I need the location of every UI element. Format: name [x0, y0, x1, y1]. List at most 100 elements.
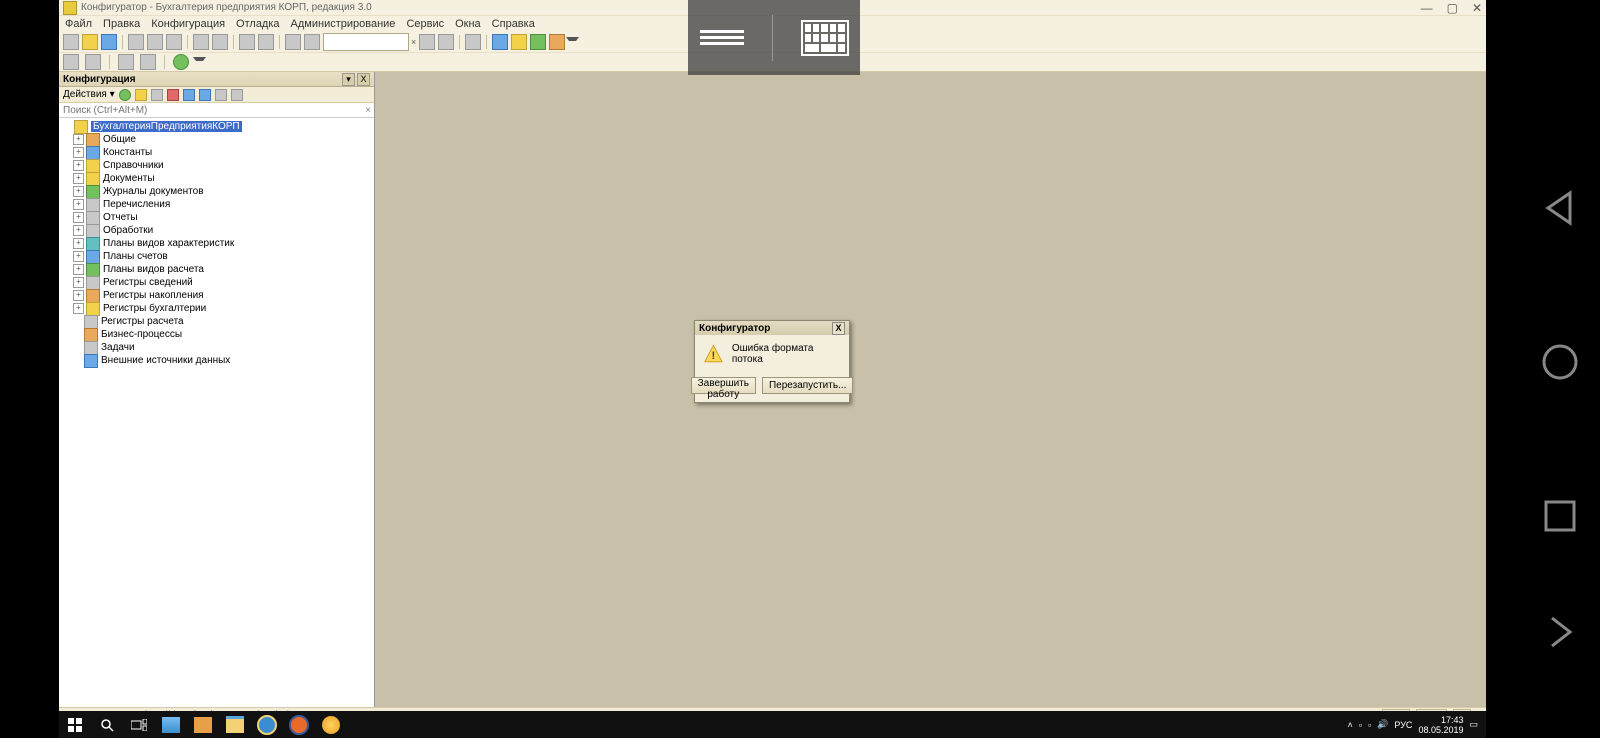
tree-item[interactable]: +Константы	[59, 146, 374, 159]
search-next-icon[interactable]	[438, 34, 454, 50]
menu-windows[interactable]: Окна	[455, 18, 481, 30]
tray-lang[interactable]: РУС	[1394, 720, 1412, 730]
tree-item[interactable]: +Общие	[59, 133, 374, 146]
new-icon[interactable]	[63, 34, 79, 50]
copy-tree-icon[interactable]	[151, 89, 163, 101]
tree-item[interactable]: +Справочники	[59, 159, 374, 172]
dropdown-icon[interactable]	[566, 37, 579, 48]
tree-item[interactable]: БухгалтерияПредприятияКОРП	[59, 120, 374, 133]
tray-volume-icon[interactable]: 🔊	[1377, 719, 1388, 730]
tree-item[interactable]: +Планы видов характеристик	[59, 237, 374, 250]
tree-item[interactable]: +Регистры накопления	[59, 289, 374, 302]
minimize-button[interactable]: —	[1421, 2, 1433, 14]
tree-item[interactable]: +Планы счетов	[59, 250, 374, 263]
expand-icon[interactable]: +	[73, 212, 84, 223]
dialog-close-button[interactable]: X	[832, 322, 845, 335]
expand-icon[interactable]: +	[73, 186, 84, 197]
redo-icon[interactable]	[258, 34, 274, 50]
start-button[interactable]	[59, 711, 91, 738]
expand-icon[interactable]: +	[73, 238, 84, 249]
add-icon[interactable]	[119, 89, 131, 101]
preview-icon[interactable]	[212, 34, 228, 50]
expand-icon[interactable]: +	[73, 199, 84, 210]
taskbar-explorer[interactable]	[219, 711, 251, 738]
close-button[interactable]: ✕	[1472, 2, 1482, 14]
expand-icon[interactable]: +	[73, 264, 84, 275]
tree-item[interactable]: Задачи	[59, 341, 374, 354]
expand-icon[interactable]: +	[73, 303, 84, 314]
overlay-keyboard-icon[interactable]	[801, 20, 849, 56]
tree-item[interactable]: Бизнес-процессы	[59, 328, 374, 341]
menu-administration[interactable]: Администрирование	[291, 18, 396, 30]
copy-icon[interactable]	[147, 34, 163, 50]
side-panel-close-button[interactable]: X	[357, 73, 370, 86]
tray-notifications-icon[interactable]: ▭	[1469, 719, 1478, 730]
dialog-restart-button[interactable]: Перезапустить...	[762, 377, 853, 394]
taskbar-app-2[interactable]	[187, 711, 219, 738]
expand-icon[interactable]: +	[73, 134, 84, 145]
dialog-title-bar[interactable]: Конфигуратор X	[695, 321, 849, 335]
filter-icon[interactable]	[231, 89, 243, 101]
taskbar-1c[interactable]	[315, 711, 347, 738]
tree-item[interactable]: +Регистры бухгалтерии	[59, 302, 374, 315]
side-panel-collapse-button[interactable]: ▾	[342, 73, 355, 86]
tray-icon-2[interactable]: ▫	[1368, 720, 1371, 730]
edit-icon[interactable]	[135, 89, 147, 101]
print-icon[interactable]	[193, 34, 209, 50]
menu-debug[interactable]: Отладка	[236, 18, 279, 30]
tray-clock[interactable]: 17:43 08.05.2019	[1418, 715, 1463, 735]
taskbar-firefox[interactable]	[283, 711, 315, 738]
tb2-icon-3[interactable]	[118, 54, 134, 70]
expand-icon[interactable]: +	[73, 251, 84, 262]
expand-icon[interactable]: +	[73, 225, 84, 236]
taskbar-app-1[interactable]	[155, 711, 187, 738]
tree-item[interactable]: +Регистры сведений	[59, 276, 374, 289]
search-prev-icon[interactable]	[419, 34, 435, 50]
delete-icon[interactable]	[167, 89, 179, 101]
overlay-menu-icon[interactable]	[700, 27, 744, 48]
check-icon[interactable]	[530, 34, 546, 50]
nav-recent-icon[interactable]	[1540, 496, 1580, 536]
menu-service[interactable]: Сервис	[406, 18, 444, 30]
tree-item[interactable]: Регистры расчета	[59, 315, 374, 328]
actions-menu[interactable]: Действия ▾	[63, 89, 115, 100]
down-icon[interactable]	[199, 89, 211, 101]
tray-expand-icon[interactable]: ˄	[1348, 720, 1353, 730]
menu-edit[interactable]: Правка	[103, 18, 140, 30]
info-icon[interactable]	[549, 34, 565, 50]
run-dropdown-icon[interactable]	[193, 57, 206, 68]
tree-search-input[interactable]	[59, 104, 362, 116]
taskview-button[interactable]	[123, 711, 155, 738]
nav-home-icon[interactable]	[1540, 342, 1580, 382]
menu-configuration[interactable]: Конфигурация	[151, 18, 225, 30]
tb2-icon-1[interactable]	[63, 54, 79, 70]
undo-icon[interactable]	[239, 34, 255, 50]
zoom-icon[interactable]	[304, 34, 320, 50]
menu-file[interactable]: Файл	[65, 18, 92, 30]
tree-item[interactable]: +Обработки	[59, 224, 374, 237]
sort-icon[interactable]	[215, 89, 227, 101]
expand-icon[interactable]: +	[73, 290, 84, 301]
expand-icon[interactable]: +	[73, 173, 84, 184]
toolbar-search-input[interactable]	[323, 33, 409, 51]
tree-item[interactable]: +Журналы документов	[59, 185, 374, 198]
menu-help[interactable]: Справка	[492, 18, 535, 30]
db-icon[interactable]	[511, 34, 527, 50]
open-icon[interactable]	[82, 34, 98, 50]
up-icon[interactable]	[183, 89, 195, 101]
maximize-button[interactable]: ▢	[1447, 2, 1458, 14]
tree-item[interactable]: +Отчеты	[59, 211, 374, 224]
nav-forward-icon[interactable]	[1540, 612, 1580, 652]
tree-item[interactable]: +Планы видов расчета	[59, 263, 374, 276]
nav-back-icon[interactable]	[1540, 188, 1580, 228]
syntax-icon[interactable]	[465, 34, 481, 50]
expand-icon[interactable]: +	[73, 147, 84, 158]
wand-icon[interactable]	[492, 34, 508, 50]
run-icon[interactable]	[173, 54, 189, 70]
find-icon[interactable]	[285, 34, 301, 50]
expand-icon[interactable]: +	[73, 277, 84, 288]
search-clear-icon[interactable]: ×	[411, 37, 416, 47]
tree-item[interactable]: +Документы	[59, 172, 374, 185]
expand-icon[interactable]: +	[73, 160, 84, 171]
config-tree[interactable]: БухгалтерияПредприятияКОРП+Общие+Констан…	[59, 118, 374, 707]
